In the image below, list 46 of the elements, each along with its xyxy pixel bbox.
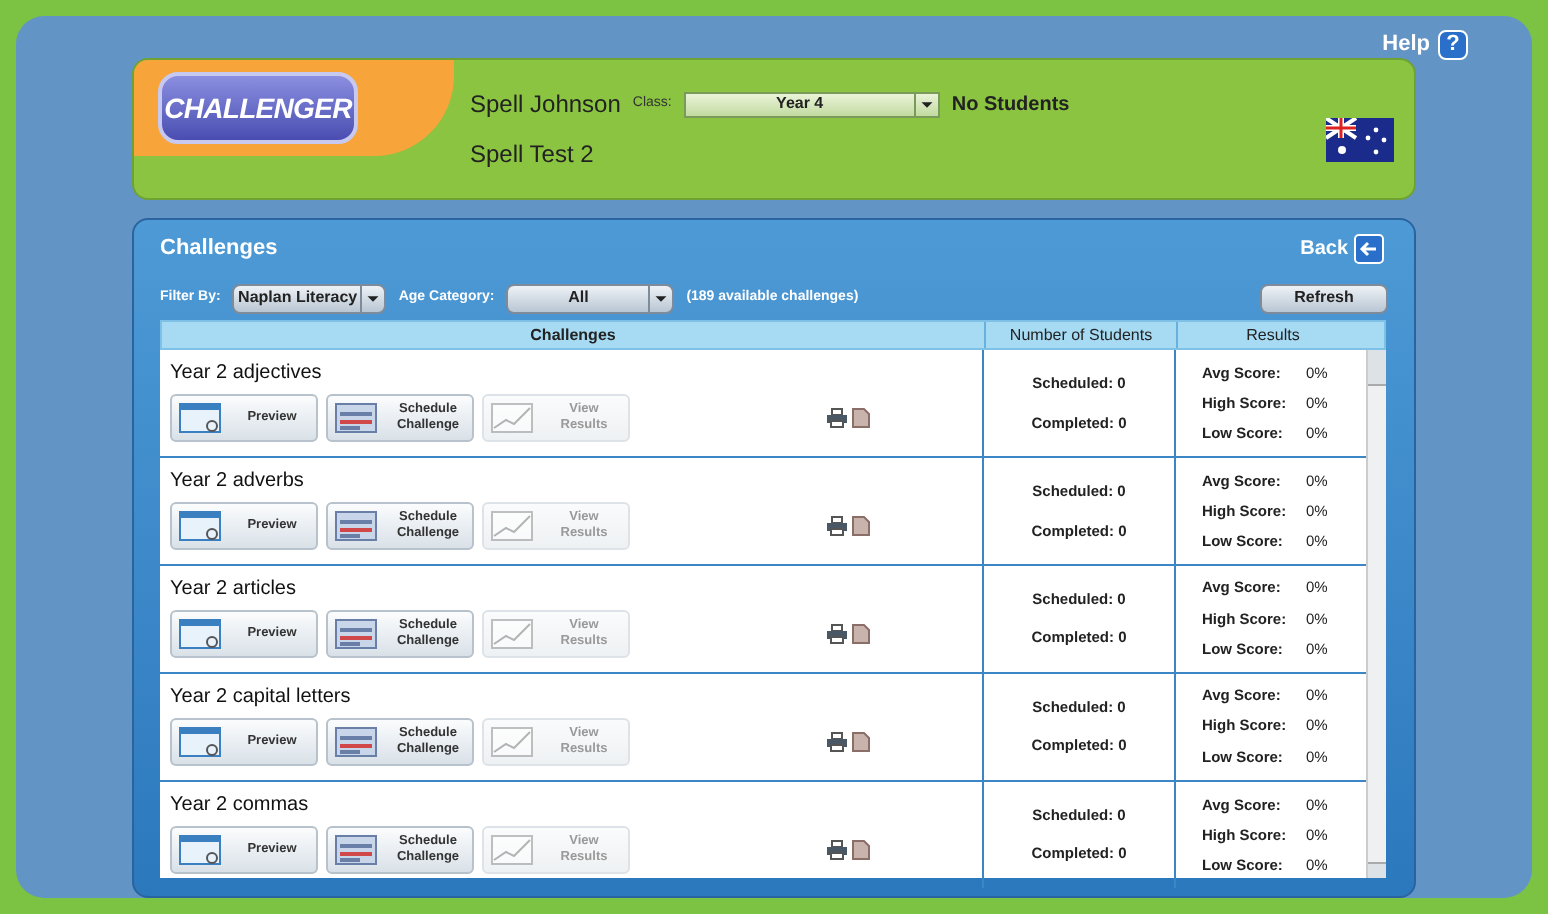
- calendar-icon: [334, 833, 378, 865]
- challenge-name: Year 2 articles: [170, 575, 298, 604]
- panel-title: Challenges: [160, 234, 278, 265]
- chart-icon: [490, 510, 534, 543]
- chart-icon: [490, 617, 534, 650]
- chart-icon: [490, 833, 534, 865]
- printer-icon[interactable]: [826, 623, 848, 644]
- printer-icon[interactable]: [826, 408, 848, 429]
- user-name: Spell Johnson: [470, 88, 621, 122]
- window-icon: [178, 725, 222, 758]
- challenge-name: Year 2 adjectives: [170, 360, 324, 389]
- challenge-name: Year 2 adverbs: [170, 468, 306, 497]
- calendar-icon: [334, 402, 378, 435]
- printer-icon[interactable]: [826, 839, 848, 859]
- document-icon[interactable]: [852, 839, 870, 859]
- window-icon: [178, 402, 222, 435]
- document-icon[interactable]: [852, 408, 870, 429]
- logo: CHALLENGER: [158, 72, 358, 144]
- chart-icon: [490, 725, 534, 758]
- printer-icon[interactable]: [826, 731, 848, 752]
- age-dropdown[interactable]: All: [506, 283, 675, 314]
- scrollbar[interactable]: [1366, 350, 1386, 879]
- column-header: Number of Students: [984, 322, 1176, 349]
- column-header: Results: [1176, 322, 1368, 349]
- calendar-icon: [334, 510, 378, 543]
- test-name: Spell Test 2: [470, 138, 596, 172]
- help-icon[interactable]: ?: [1438, 29, 1468, 59]
- filter-dropdown[interactable]: Naplan Literacy: [232, 283, 387, 314]
- column-header: Challenges: [528, 324, 618, 349]
- challenge-name: Year 2 capital letters: [170, 683, 353, 712]
- challenge-name: Year 2 commas: [170, 791, 311, 819]
- document-icon[interactable]: [852, 516, 870, 537]
- window-icon: [178, 833, 222, 865]
- refresh-button[interactable]: Refresh: [1260, 283, 1388, 314]
- student-count: No Students: [951, 91, 1070, 119]
- document-icon[interactable]: [852, 731, 870, 752]
- class-dropdown[interactable]: Year 4: [683, 91, 940, 117]
- calendar-icon: [334, 617, 378, 650]
- caret-icon: [913, 93, 938, 115]
- window-icon: [178, 510, 222, 543]
- window-icon: [178, 617, 222, 650]
- chart-icon: [490, 402, 534, 435]
- flag-icon: [1326, 117, 1394, 162]
- document-icon[interactable]: [852, 623, 870, 644]
- calendar-icon: [334, 725, 378, 758]
- printer-icon[interactable]: [826, 516, 848, 537]
